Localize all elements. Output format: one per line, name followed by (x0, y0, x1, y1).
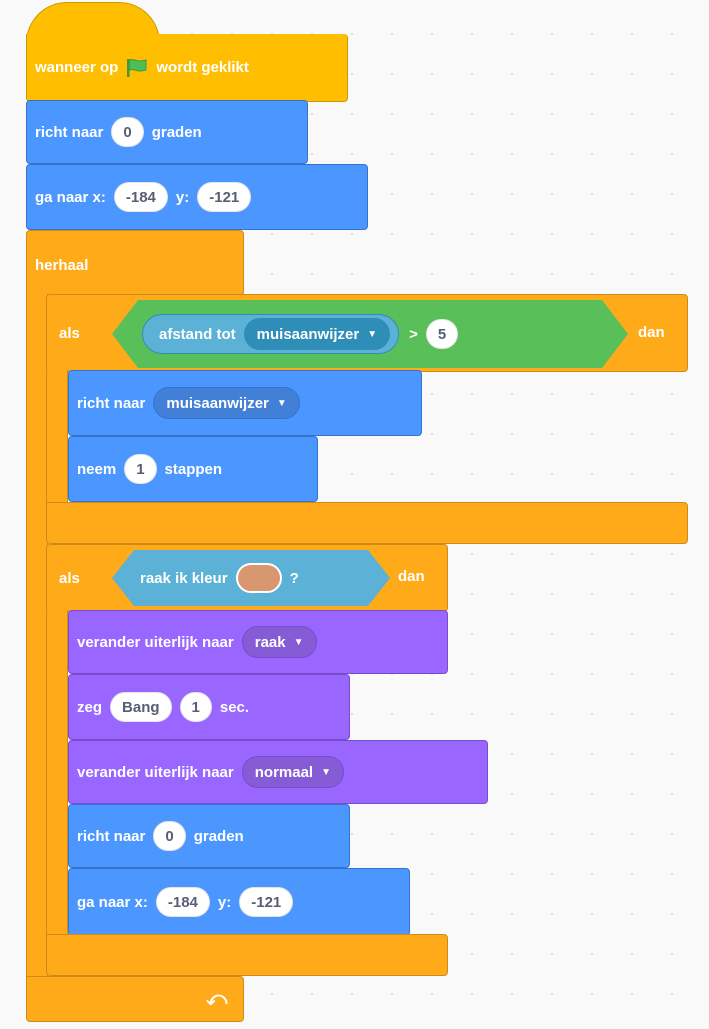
dropdown-arrow-icon: ▼ (276, 397, 287, 409)
if-label: als (59, 569, 80, 587)
touching-color-block[interactable]: raak ik kleur ? (112, 550, 390, 606)
distance-to-reporter[interactable]: afstand tot muisaanwijzer ▼ (142, 314, 399, 354)
block-label: graden (193, 827, 244, 845)
switch-costume-block[interactable]: verander uiterlijk naar normaal ▼ (68, 740, 488, 804)
steps-input[interactable]: 1 (124, 454, 157, 484)
reporter-label: afstand tot (159, 325, 236, 343)
go-to-xy-block[interactable]: ga naar x: -184 y: -121 (68, 868, 410, 936)
go-to-xy-block[interactable]: ga naar x: -184 y: -121 (26, 164, 368, 230)
forever-arm (26, 294, 48, 988)
block-label: y: (175, 188, 190, 206)
scripts-canvas[interactable]: wanneer op wordt geklikt richt naar 0 gr… (0, 0, 709, 1029)
block-label: verander uiterlijk naar (77, 763, 234, 781)
forever-label: herhaal (35, 257, 89, 274)
say-for-secs-block[interactable]: zeg Bang 1 sec. (68, 674, 350, 740)
block-label: verander uiterlijk naar (77, 633, 234, 651)
block-label: neem (77, 460, 117, 478)
green-flag-icon (127, 58, 147, 77)
loop-arrow-icon: ⤺ (206, 988, 228, 1010)
y-input[interactable]: -121 (239, 887, 294, 917)
if-bottom (46, 502, 688, 544)
y-input[interactable]: -121 (197, 182, 252, 212)
move-steps-block[interactable]: neem 1 stappen (68, 436, 318, 502)
costume-dropdown[interactable]: raak ▼ (241, 626, 317, 658)
block-label: y: (217, 893, 232, 911)
dropdown-arrow-icon: ▼ (293, 636, 304, 648)
dropdown-value: raak (254, 633, 286, 651)
clicked-label: wordt geklikt (156, 59, 249, 76)
block-label: raak ik kleur (140, 569, 228, 587)
block-label: zeg (77, 698, 103, 716)
point-towards-block[interactable]: richt naar muisaanwijzer ▼ (68, 370, 422, 436)
block-label: stappen (164, 460, 223, 478)
operator-symbol: > (409, 325, 418, 343)
secs-input[interactable]: 1 (179, 692, 212, 722)
block-label: ga naar x: (77, 893, 148, 911)
if-arm (46, 370, 68, 506)
greater-than-operator[interactable]: afstand tot muisaanwijzer ▼ > 5 (112, 300, 628, 368)
x-input[interactable]: -184 (113, 182, 168, 212)
dropdown-value: muisaanwijzer (256, 325, 360, 343)
block-label: richt naar (77, 827, 146, 845)
if-bottom (46, 934, 448, 976)
block-label: sec. (219, 698, 250, 716)
if-label: als (59, 324, 80, 342)
switch-costume-block[interactable]: verander uiterlijk naar raak ▼ (68, 610, 448, 674)
x-input[interactable]: -184 (155, 887, 210, 917)
distance-target-dropdown[interactable]: muisaanwijzer ▼ (244, 318, 390, 350)
block-label: graden (151, 123, 202, 141)
point-in-direction-block[interactable]: richt naar 0 graden (68, 804, 350, 868)
when-flag-clicked-block[interactable]: wanneer op wordt geklikt (26, 34, 348, 102)
block-label: ? (289, 569, 299, 587)
point-in-direction-block[interactable]: richt naar 0 graden (26, 100, 308, 164)
block-label: ga naar x: (35, 188, 106, 206)
compare-input[interactable]: 5 (426, 319, 458, 349)
block-label: richt naar (77, 394, 146, 412)
say-text-input[interactable]: Bang (110, 692, 172, 722)
then-label: dan (638, 324, 665, 341)
dropdown-value: normaal (254, 763, 314, 781)
dropdown-arrow-icon: ▼ (321, 766, 332, 778)
dropdown-arrow-icon: ▼ (367, 328, 378, 340)
forever-block[interactable]: herhaal (26, 230, 244, 296)
block-label: richt naar (35, 123, 104, 141)
costume-dropdown[interactable]: normaal ▼ (241, 756, 345, 788)
color-picker-swatch[interactable] (236, 563, 282, 593)
dropdown-value: muisaanwijzer (166, 394, 269, 412)
if-arm (46, 610, 68, 938)
direction-input[interactable]: 0 (111, 117, 144, 147)
point-towards-dropdown[interactable]: muisaanwijzer ▼ (153, 387, 300, 419)
when-label: wanneer op (35, 59, 119, 76)
direction-input[interactable]: 0 (153, 821, 186, 851)
then-label: dan (398, 568, 425, 585)
